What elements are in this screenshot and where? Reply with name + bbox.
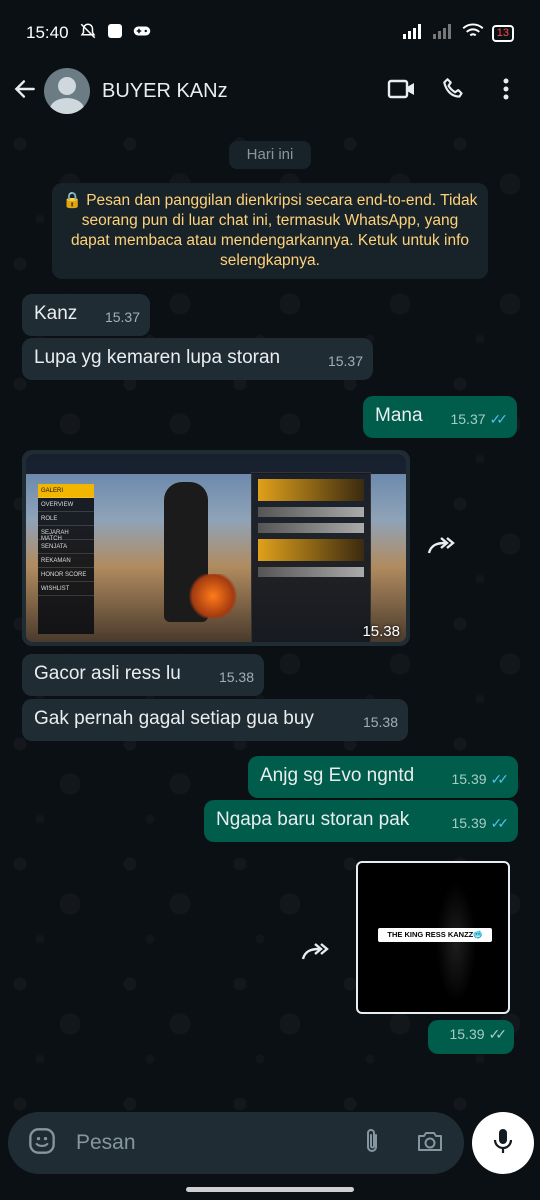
message-text: Gacor asli ress lu (34, 663, 181, 684)
message-text: Mana (375, 405, 423, 426)
message-text: Kanz (34, 303, 78, 324)
delivered-receipt-icon: ✓✓ (488, 1026, 508, 1042)
forward-icon (427, 535, 457, 562)
wifi-icon (462, 23, 484, 44)
read-receipt-icon: ✓✓ (489, 411, 509, 427)
emoji-button[interactable] (22, 1123, 62, 1163)
message-bubble-incoming[interactable]: Lupa yg kemaren lupa storan 15.37 (22, 338, 373, 380)
image-time-badge: 15.39 ✓✓ (428, 1020, 514, 1054)
image-caption-label: THE KING RESS KANZZ🥶 (378, 928, 492, 942)
message-text: Lupa yg kemaren lupa storan (34, 347, 281, 368)
contact-avatar[interactable] (44, 68, 90, 114)
status-bar: 15:40 13 (0, 0, 540, 66)
voice-call-icon (441, 76, 467, 107)
chat-header: BUYER KANz (0, 60, 540, 122)
game-stats-panel (251, 472, 371, 642)
game-menu-item: HONOR SCORE (38, 568, 94, 582)
game-menu-item: OVERVIEW (38, 498, 94, 512)
more-options-button[interactable] (480, 65, 532, 117)
game-menu-item: ROLE (38, 512, 94, 526)
forward-button[interactable] (296, 934, 336, 974)
mic-icon (491, 1127, 515, 1160)
status-time: 15:40 (26, 23, 69, 42)
voice-record-button[interactable] (472, 1112, 534, 1174)
back-button[interactable] (8, 74, 42, 108)
message-bubble-incoming[interactable]: Gak pernah gagal setiap gua buy 15.38 (22, 699, 408, 741)
game-menu-item: SEJARAH MATCH (38, 526, 94, 542)
more-vert-icon (502, 77, 510, 106)
encryption-notice[interactable]: 🔒 Pesan dan panggilan dienkripsi secara … (52, 183, 488, 279)
forward-icon (301, 941, 331, 968)
gamepad-icon (133, 23, 151, 43)
signal-icon (402, 23, 424, 44)
voice-call-button[interactable] (428, 65, 480, 117)
app-notification-icon (107, 23, 123, 44)
chat-area[interactable]: Hari ini 🔒 Pesan dan panggilan dienkrips… (0, 124, 540, 1124)
camera-button[interactable] (410, 1123, 450, 1163)
image-message-incoming[interactable]: GALERI OVERVIEW ROLE SEJARAH MATCH SENJA… (22, 450, 410, 646)
game-menu: GALERI OVERVIEW ROLE SEJARAH MATCH SENJA… (38, 484, 94, 634)
message-text: Ngapa baru storan pak (216, 809, 410, 830)
gesture-nav-bar[interactable] (186, 1187, 354, 1192)
camera-icon (416, 1129, 444, 1158)
game-menu-item: GALERI (38, 484, 94, 498)
back-arrow-icon (12, 76, 38, 107)
message-bubble-outgoing[interactable]: Anjg sg Evo ngntd 15.39 ✓✓ (248, 756, 518, 798)
message-time: 15.39 (449, 1026, 485, 1042)
message-time: 15.37 (450, 411, 486, 427)
forward-button[interactable] (422, 528, 462, 568)
message-time: 15.37 (327, 353, 363, 369)
read-receipt-icon: ✓✓ (490, 815, 510, 831)
attach-icon (360, 1127, 384, 1160)
message-bubble-incoming[interactable]: Gacor asli ress lu 15.38 (22, 654, 264, 696)
message-time: 15.38 (362, 623, 400, 640)
message-time: 15.39 (451, 771, 487, 787)
message-bubble-incoming[interactable]: Kanz 15.37 (22, 294, 150, 336)
contact-name[interactable]: BUYER KANz (102, 80, 376, 103)
message-time: 15.38 (362, 714, 398, 730)
image-message-outgoing[interactable]: THE KING RESS KANZZ🥶 (356, 861, 510, 1014)
message-time: 15.39 (451, 815, 487, 831)
message-time: 15.38 (218, 669, 254, 685)
battery-indicator: 13 (491, 24, 514, 42)
video-call-icon (387, 78, 417, 105)
game-menu-item: SENJATA (38, 540, 94, 554)
game-profile-image[interactable]: GALERI OVERVIEW ROLE SEJARAH MATCH SENJA… (26, 454, 406, 642)
message-text: Anjg sg Evo ngntd (260, 765, 415, 786)
message-time: 15.37 (104, 309, 140, 325)
silhouette-figure (436, 883, 476, 1003)
message-bubble-outgoing[interactable]: Ngapa baru storan pak 15.39 ✓✓ (204, 800, 518, 842)
message-text: Gak pernah gagal setiap gua buy (34, 708, 314, 729)
date-chip: Hari ini (229, 141, 311, 169)
message-input-bar: Pesan (8, 1112, 464, 1174)
emoji-icon (28, 1127, 56, 1160)
message-bubble-outgoing[interactable]: Mana 15.37 ✓✓ (363, 396, 517, 438)
read-receipt-icon: ✓✓ (490, 771, 510, 787)
mute-notification-icon (79, 22, 97, 45)
attach-button[interactable] (352, 1123, 392, 1163)
game-menu-item: REKAMAN (38, 554, 94, 568)
game-menu-item: WISHLIST (38, 582, 94, 596)
signal-2-icon (432, 23, 454, 44)
video-call-button[interactable] (376, 65, 428, 117)
fire-effect (186, 574, 240, 618)
battery-level: 13 (496, 26, 509, 39)
message-input[interactable]: Pesan (76, 1131, 352, 1155)
